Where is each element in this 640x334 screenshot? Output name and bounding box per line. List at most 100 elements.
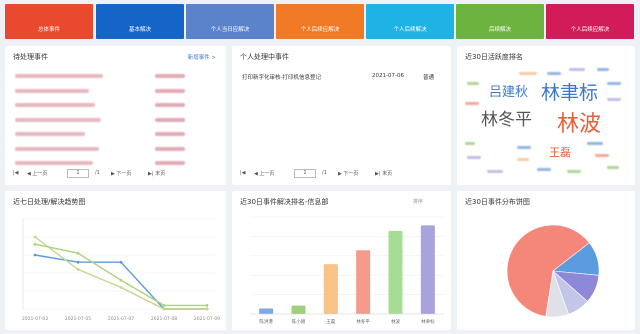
- first-page-button[interactable]: |◀: [240, 170, 246, 176]
- word-cloud-minor-word: [607, 82, 621, 85]
- prev-page-button[interactable]: ◀ 上一页: [27, 170, 47, 177]
- summary-tile-label: 基本解决: [128, 27, 151, 33]
- pending-events-title: 待处理事件: [13, 53, 48, 61]
- word-cloud-minor-word: [595, 154, 609, 157]
- page-total: /1: [322, 170, 327, 176]
- x-tick-label: 2021-07-05: [65, 316, 91, 322]
- series-line: [34, 243, 207, 307]
- last-page-button[interactable]: ▶| 末页: [375, 170, 392, 177]
- add-event-link[interactable]: 新增事件 >: [188, 53, 216, 61]
- word-cloud-minor-word: [465, 102, 479, 105]
- word-cloud-minor-word: [597, 68, 609, 71]
- x-tick-label: 陈洪港: [259, 318, 273, 325]
- data-point: [33, 242, 37, 246]
- data-point: [33, 235, 37, 239]
- personal-pager: |◀ ◀ 上一页 1 /1 ▶ 下一页 ▶| 末页: [232, 169, 451, 179]
- pending-event-row[interactable]: [15, 146, 216, 151]
- pending-event-row[interactable]: [15, 88, 216, 93]
- summary-tile[interactable]: 个人当日应解决: [186, 4, 274, 39]
- x-tick-label: 2021-07-07: [108, 316, 134, 322]
- data-point: [119, 286, 123, 289]
- word-cloud-minor-word: [607, 166, 619, 169]
- word-cloud-word: 林聿标: [541, 82, 599, 104]
- x-tick-label: 林波: [391, 318, 400, 325]
- word-cloud-minor-word: [547, 72, 561, 75]
- page-input[interactable]: 1: [67, 169, 89, 178]
- data-point: [162, 304, 166, 307]
- event-date: 2021-07-06: [372, 73, 404, 79]
- trend-panel: 近七日处理/解决趋势图 2021-07-03 2021-07-05 2021-07-…: [5, 191, 226, 330]
- data-point: [76, 268, 80, 271]
- data-point: [33, 253, 37, 257]
- pending-event-row[interactable]: [15, 74, 216, 78]
- summary-tile-label: 个人后续解决: [393, 27, 427, 33]
- prev-page-button[interactable]: ◀ 上一页: [254, 170, 274, 177]
- data-point: [205, 304, 209, 307]
- pending-event-row[interactable]: [15, 132, 216, 136]
- bar: [323, 264, 338, 314]
- data-point: [76, 251, 80, 255]
- event-level: 普通: [423, 75, 435, 81]
- personal-events-panel: 个人处理中事件 打印新字化审核-打印机信息登记 2021-07-06 普通 |◀…: [232, 46, 451, 185]
- data-point: [119, 278, 123, 282]
- x-tick-label: 陈小刚: [292, 318, 306, 325]
- x-tick-label: 林聿标: [421, 318, 435, 325]
- word-cloud-minor-word: [465, 142, 475, 145]
- bar: [420, 225, 435, 314]
- pending-event-row[interactable]: [15, 103, 216, 107]
- word-cloud-minor-word: [487, 170, 503, 173]
- word-cloud-word: 王磊: [549, 146, 571, 159]
- pending-pager: |◀ ◀ 上一页 1 /1 ▶ 下一页 ▶| 末页: [5, 169, 226, 179]
- bar: [291, 305, 306, 314]
- summary-tile[interactable]: 个人后续应解决: [546, 4, 634, 39]
- word-cloud-minor-word: [517, 146, 531, 149]
- distribution-panel: 近30日事件分布饼图: [457, 191, 635, 330]
- next-page-button[interactable]: ▶ 下一页: [111, 170, 131, 177]
- first-page-button[interactable]: |◀: [13, 170, 19, 176]
- pending-events-panel: 待处理事件 新增事件 > |◀ ◀ 上一页 1 /1 ▶ 下一页 ▶| 末页: [5, 46, 226, 185]
- summary-tile-label: 个人当日应解决: [210, 27, 250, 33]
- data-point: [119, 260, 123, 264]
- summary-tile-label: 个人后续应解决: [570, 27, 610, 33]
- bar: [356, 250, 371, 314]
- word-cloud-minor-word: [587, 142, 603, 145]
- page-input[interactable]: 1: [294, 169, 316, 178]
- last-page-button[interactable]: ▶| 末页: [148, 170, 165, 177]
- bar: [388, 230, 403, 314]
- word-cloud-minor-word: [567, 170, 581, 173]
- data-point: [205, 307, 209, 311]
- personal-events-title: 个人处理中事件: [240, 53, 289, 61]
- summary-tile-label: 个人后续应解决: [300, 27, 340, 33]
- word-cloud-minor-word: [537, 168, 551, 171]
- word-cloud-word: 林冬平: [481, 110, 532, 130]
- summary-tile-label: 总体事件: [37, 27, 60, 33]
- x-tick-label: 2021-07-03: [22, 316, 48, 322]
- activity-ranking-title: 近30日活跃度排名: [465, 53, 523, 61]
- x-tick-label: 林冬平: [356, 318, 370, 325]
- summary-tile[interactable]: 基本解决: [96, 4, 184, 39]
- word-cloud-minor-word: [467, 156, 481, 159]
- ranking-panel: 近30日事件解决排名-信息部 排序 陈洪港 陈小刚 王磊 林冬平 林波 林聿标: [232, 191, 451, 330]
- word-cloud-minor-word: [569, 68, 585, 71]
- summary-tile[interactable]: 后续解决: [456, 4, 544, 39]
- word-cloud-minor-word: [467, 82, 479, 85]
- word-cloud-minor-word: [519, 72, 537, 75]
- trend-line-chart: 2021-07-03 2021-07-05 2021-07-07 2021-07-08…: [22, 218, 220, 322]
- data-point: [76, 260, 80, 264]
- ranking-bar-chart: 陈洪港 陈小刚 王磊 林冬平 林波 林聿标: [250, 216, 444, 325]
- summary-tile[interactable]: 总体事件: [5, 4, 93, 39]
- summary-tile[interactable]: 个人后续应解决: [276, 4, 364, 39]
- pending-event-row[interactable]: [15, 117, 216, 122]
- word-cloud-word: 林波: [557, 112, 602, 137]
- next-page-button[interactable]: ▶ 下一页: [338, 170, 358, 177]
- x-tick-label: 2021-07-09: [194, 316, 220, 322]
- pending-event-row[interactable]: [15, 161, 216, 165]
- distribution-pie-chart: [506, 224, 600, 318]
- word-cloud-minor-word: [607, 98, 621, 101]
- summary-tile[interactable]: 个人后续解决: [366, 4, 454, 39]
- bar: [259, 308, 274, 314]
- event-name: 打印新字化审核-打印机信息登记: [242, 75, 321, 81]
- x-tick-label: 王磊: [326, 319, 335, 325]
- word-cloud-minor-word: [517, 158, 529, 161]
- data-point: [162, 307, 166, 311]
